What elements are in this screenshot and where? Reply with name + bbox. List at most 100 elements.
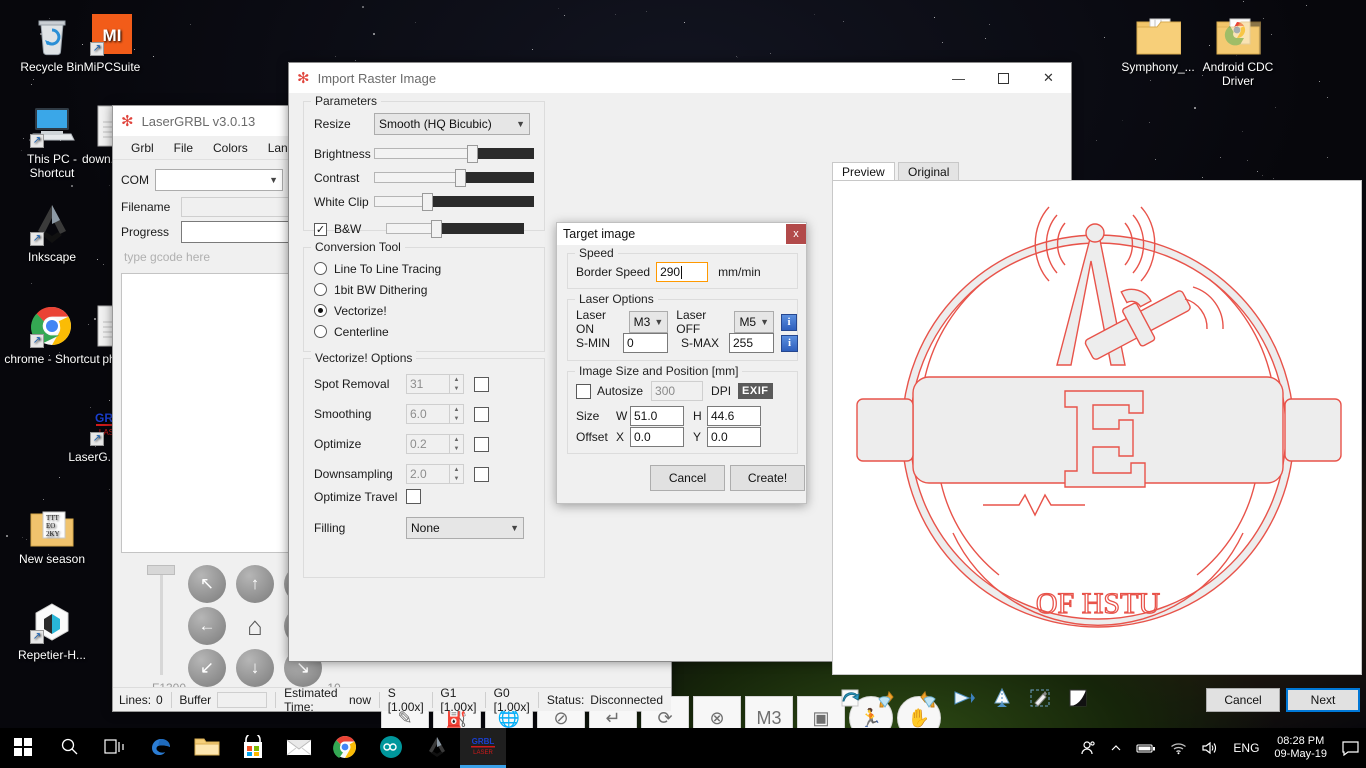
minimize-button[interactable]: — bbox=[936, 63, 981, 93]
import-cancel-button[interactable]: Cancel bbox=[1206, 688, 1280, 712]
search-button[interactable] bbox=[46, 728, 92, 768]
spower-info-icon[interactable]: i bbox=[781, 335, 798, 352]
jog-up-left-arrow[interactable]: ↖ bbox=[188, 565, 226, 603]
target-close-button[interactable]: x bbox=[786, 224, 806, 244]
stepper-up-icon[interactable]: ▲ bbox=[450, 435, 463, 444]
height-input[interactable]: 44.6 bbox=[707, 406, 761, 426]
tab-preview[interactable]: Preview bbox=[832, 162, 895, 181]
stepper-down-icon[interactable]: ▼ bbox=[450, 384, 463, 393]
filling-select[interactable]: None ▼ bbox=[406, 517, 524, 539]
spot-removal-stepper[interactable]: 31 ▲ ▼ bbox=[406, 374, 464, 394]
smin-input[interactable]: 0 bbox=[623, 333, 668, 353]
offset-x-input[interactable]: 0.0 bbox=[630, 427, 684, 447]
jog-down-arrow[interactable]: ↓ bbox=[236, 649, 274, 687]
people-icon[interactable] bbox=[1073, 728, 1103, 768]
stepper-up-icon[interactable]: ▲ bbox=[450, 465, 463, 474]
slider-brightness[interactable] bbox=[374, 145, 534, 163]
com-port-select[interactable]: ▼ bbox=[155, 169, 283, 191]
clock[interactable]: 08:28 PM 09-May-19 bbox=[1266, 735, 1335, 761]
volume-icon[interactable] bbox=[1194, 728, 1226, 768]
laser-info-icon[interactable]: i bbox=[781, 314, 797, 331]
smoothing-stepper[interactable]: 6.0 ▲ ▼ bbox=[406, 404, 464, 424]
invert-icon[interactable] bbox=[1065, 685, 1091, 711]
offset-y-input[interactable]: 0.0 bbox=[707, 427, 761, 447]
show-hidden-icons-button[interactable] bbox=[1103, 728, 1129, 768]
inkscape-button[interactable] bbox=[414, 728, 460, 768]
stepper-down-icon[interactable]: ▼ bbox=[450, 474, 463, 483]
undo-icon[interactable] bbox=[837, 685, 863, 711]
arduino-button[interactable] bbox=[368, 728, 414, 768]
g1-override[interactable]: G1 [1.00x] bbox=[440, 686, 477, 714]
autosize-checkbox[interactable] bbox=[576, 384, 591, 399]
smoothing-checkbox[interactable] bbox=[474, 407, 489, 422]
task-view-button[interactable] bbox=[92, 728, 138, 768]
smax-input[interactable]: 255 bbox=[729, 333, 774, 353]
preview-canvas[interactable]: OF HSTU bbox=[832, 180, 1362, 675]
language-indicator[interactable]: ENG bbox=[1226, 728, 1266, 768]
wifi-icon[interactable] bbox=[1163, 728, 1194, 768]
target-cancel-button[interactable]: Cancel bbox=[650, 465, 725, 491]
import-next-button[interactable]: Next bbox=[1286, 688, 1360, 712]
feed-slider[interactable] bbox=[143, 565, 179, 675]
file-explorer-button[interactable] bbox=[184, 728, 230, 768]
menu-colors[interactable]: Colors bbox=[203, 138, 258, 158]
s-override[interactable]: S [1.00x] bbox=[388, 686, 424, 714]
g0-override[interactable]: G0 [1.00x] bbox=[494, 686, 531, 714]
image-tools-toolbar bbox=[837, 685, 1091, 711]
stepper-down-icon[interactable]: ▼ bbox=[450, 444, 463, 453]
lasergrbl-button[interactable]: GRBL LASER bbox=[460, 728, 506, 768]
spot-removal-checkbox[interactable] bbox=[474, 377, 489, 392]
slider-contrast[interactable] bbox=[374, 169, 534, 187]
stepper-up-icon[interactable]: ▲ bbox=[450, 375, 463, 384]
edge-button[interactable] bbox=[138, 728, 184, 768]
resize-select[interactable]: Smooth (HQ Bicubic) ▼ bbox=[374, 113, 530, 135]
crop-icon[interactable] bbox=[1027, 685, 1053, 711]
close-button[interactable]: ✕ bbox=[1026, 63, 1071, 93]
rotate-cw-icon[interactable] bbox=[875, 685, 901, 711]
menu-grbl[interactable]: Grbl bbox=[121, 138, 164, 158]
mirror-horizontal-icon[interactable] bbox=[951, 685, 977, 711]
jog-down-left-arrow[interactable]: ↙ bbox=[188, 649, 226, 687]
chrome-button[interactable] bbox=[322, 728, 368, 768]
bw-slider[interactable] bbox=[386, 220, 524, 238]
jog-left-arrow[interactable]: ← bbox=[188, 607, 226, 645]
stepper-up-icon[interactable]: ▲ bbox=[450, 405, 463, 414]
rotate-ccw-icon[interactable] bbox=[913, 685, 939, 711]
target-image-dialog: Target image x Speed Border Speed 290 mm… bbox=[556, 222, 807, 504]
slider-white-clip[interactable] bbox=[374, 193, 534, 211]
radio-centerline[interactable]: Centerline bbox=[314, 321, 441, 342]
jog-up-arrow[interactable]: ↑ bbox=[236, 565, 274, 603]
optimize-checkbox[interactable] bbox=[474, 437, 489, 452]
laser-on-select[interactable]: M3 ▼ bbox=[629, 311, 669, 333]
downsampling-stepper[interactable]: 2.0 ▲ ▼ bbox=[406, 464, 464, 484]
mirror-vertical-icon[interactable] bbox=[989, 685, 1015, 711]
microsoft-store-button[interactable] bbox=[230, 728, 276, 768]
radio-1bit-bw-dithering[interactable]: 1bit BW Dithering bbox=[314, 279, 441, 300]
exif-button[interactable]: EXIF bbox=[738, 383, 772, 399]
desktop-icon-inkscape[interactable]: ↗ Inkscape bbox=[4, 198, 100, 264]
mail-button[interactable] bbox=[276, 728, 322, 768]
menu-file[interactable]: File bbox=[164, 138, 203, 158]
start-button[interactable] bbox=[0, 728, 46, 768]
laser-off-select[interactable]: M5 ▼ bbox=[734, 311, 774, 333]
radio-line-to-line-tracing[interactable]: Line To Line Tracing bbox=[314, 258, 441, 279]
battery-icon[interactable] bbox=[1129, 728, 1163, 768]
width-input[interactable]: 51.0 bbox=[630, 406, 684, 426]
stepper-down-icon[interactable]: ▼ bbox=[450, 414, 463, 423]
notifications-icon[interactable] bbox=[1335, 728, 1366, 768]
dpi-input[interactable]: 300 bbox=[651, 381, 703, 401]
desktop-icon-folder-pic[interactable]: TTT EO 2KY New season bbox=[4, 500, 100, 566]
desktop-icon-mi-app[interactable]: MI ↗ MiPCSuite bbox=[64, 8, 160, 74]
tab-original[interactable]: Original bbox=[898, 162, 959, 181]
bw-checkbox[interactable]: ✓ bbox=[314, 223, 327, 236]
desktop-icon-repetier[interactable]: ↗ Repetier-H... bbox=[4, 596, 100, 662]
optimize-stepper[interactable]: 0.2 ▲ ▼ bbox=[406, 434, 464, 454]
optimize-travel-checkbox[interactable] bbox=[406, 489, 421, 504]
maximize-button[interactable] bbox=[981, 63, 1026, 93]
radio-vectorize[interactable]: Vectorize! bbox=[314, 300, 441, 321]
target-create-button[interactable]: Create! bbox=[730, 465, 805, 491]
desktop-icon-folder-chrome[interactable]: Android CDC Driver bbox=[1190, 8, 1286, 88]
downsampling-checkbox[interactable] bbox=[474, 467, 489, 482]
jog-home-icon[interactable]: ⌂ bbox=[236, 607, 274, 645]
border-speed-input[interactable]: 290 bbox=[656, 262, 708, 282]
